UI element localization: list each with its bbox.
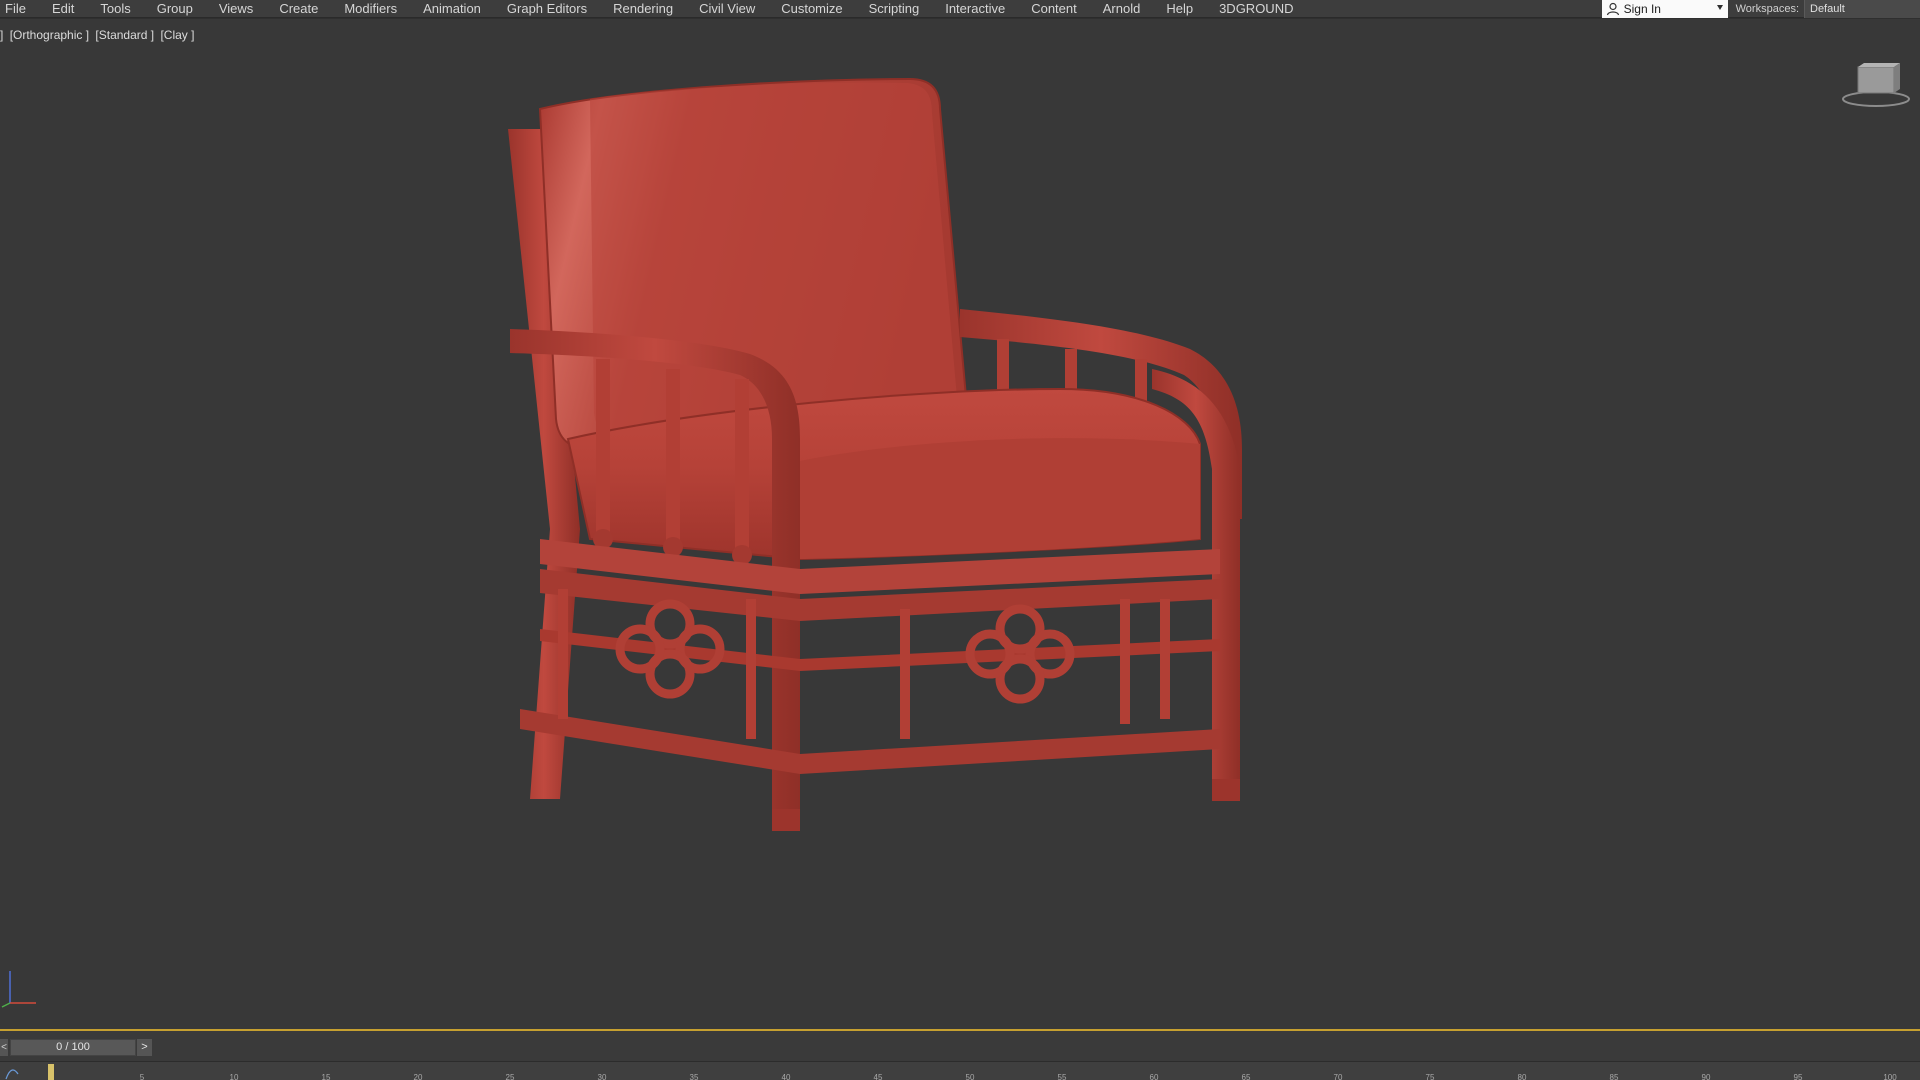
frame-tick: 5 bbox=[139, 1073, 145, 1080]
menu-content[interactable]: Content bbox=[1018, 1, 1090, 17]
frame-tick: 100 bbox=[1883, 1073, 1897, 1080]
frame-ruler: 5 10 15 20 25 30 35 40 45 50 55 60 65 70… bbox=[0, 1062, 1920, 1080]
frame-tick: 10 bbox=[229, 1073, 239, 1080]
menu-rendering[interactable]: Rendering bbox=[600, 1, 686, 17]
frame-tick: 45 bbox=[873, 1073, 883, 1080]
menu-animation[interactable]: Animation bbox=[410, 1, 494, 17]
frame-tick: 40 bbox=[781, 1073, 791, 1080]
sign-in-label: Sign In bbox=[1623, 2, 1661, 16]
menu-file[interactable]: File bbox=[0, 1, 39, 17]
workspaces-label: Workspaces: bbox=[1735, 3, 1799, 15]
menu-customize[interactable]: Customize bbox=[768, 1, 855, 17]
frame-tick: 55 bbox=[1057, 1073, 1067, 1080]
frame-tick: 80 bbox=[1517, 1073, 1527, 1080]
viewport-menu-point-of-view[interactable]: [Orthographic ] bbox=[10, 28, 89, 42]
perspective-viewport[interactable]: ] [Orthographic ] [Standard ] [Clay ] bbox=[0, 19, 1920, 1031]
user-icon bbox=[1606, 2, 1619, 16]
frame-tick: 30 bbox=[597, 1073, 607, 1080]
time-slider[interactable]: 0 / 100 bbox=[10, 1039, 136, 1056]
menu-arnold[interactable]: Arnold bbox=[1090, 1, 1154, 17]
frame-tick: 15 bbox=[321, 1073, 331, 1080]
menubar-right: Sign In Workspaces: Default bbox=[1601, 0, 1920, 18]
time-slider-bar: < 0 / 100 > bbox=[0, 1031, 1920, 1061]
axis-gizmo-icon bbox=[1, 971, 36, 1008]
menu-civil-view[interactable]: Civil View bbox=[686, 1, 768, 17]
menu-modifiers[interactable]: Modifiers bbox=[331, 1, 410, 17]
chair-model[interactable] bbox=[500, 69, 1460, 1009]
menu-help[interactable]: Help bbox=[1153, 1, 1206, 17]
menu-items: File Edit Tools Group Views Create Modif… bbox=[0, 0, 1306, 18]
menu-group[interactable]: Group bbox=[144, 1, 206, 17]
menu-views[interactable]: Views bbox=[206, 1, 266, 17]
viewport-menu-display-method[interactable]: [Clay ] bbox=[160, 28, 194, 42]
frame-tick: 60 bbox=[1149, 1073, 1159, 1080]
frame-tick: 75 bbox=[1425, 1073, 1435, 1080]
frame-tick: 25 bbox=[505, 1073, 515, 1080]
menu-bar: File Edit Tools Group Views Create Modif… bbox=[0, 0, 1920, 18]
menu-graph-editors[interactable]: Graph Editors bbox=[494, 1, 600, 17]
workspaces-select[interactable]: Default bbox=[1804, 0, 1920, 18]
viewport-menu-general[interactable]: ] bbox=[0, 28, 3, 42]
frame-tick: 65 bbox=[1241, 1073, 1251, 1080]
previous-frame-button[interactable]: < bbox=[0, 1039, 8, 1056]
menu-tools[interactable]: Tools bbox=[87, 1, 143, 17]
viewport-label: ] [Orthographic ] [Standard ] [Clay ] bbox=[0, 28, 197, 42]
menu-scripting[interactable]: Scripting bbox=[856, 1, 933, 17]
track-bar[interactable]: 5 10 15 20 25 30 35 40 45 50 55 60 65 70… bbox=[0, 1061, 1920, 1080]
next-frame-button[interactable]: > bbox=[137, 1039, 152, 1056]
menu-interactive[interactable]: Interactive bbox=[932, 1, 1018, 17]
frame-tick: 90 bbox=[1701, 1073, 1711, 1080]
frame-tick: 20 bbox=[413, 1073, 423, 1080]
frame-tick: 35 bbox=[689, 1073, 699, 1080]
chevron-down-icon bbox=[1716, 5, 1723, 10]
frame-tick: 70 bbox=[1333, 1073, 1343, 1080]
menu-edit[interactable]: Edit bbox=[39, 1, 87, 17]
frame-tick: 95 bbox=[1793, 1073, 1803, 1080]
viewport-menu-shading[interactable]: [Standard ] bbox=[95, 28, 154, 42]
frame-tick: 85 bbox=[1609, 1073, 1619, 1080]
viewcube-icon[interactable] bbox=[1838, 63, 1910, 109]
frame-tick: 50 bbox=[965, 1073, 975, 1080]
menu-create[interactable]: Create bbox=[266, 1, 331, 17]
menu-3dground[interactable]: 3DGROUND bbox=[1206, 1, 1306, 17]
sign-in-dropdown[interactable]: Sign In bbox=[1601, 0, 1728, 18]
